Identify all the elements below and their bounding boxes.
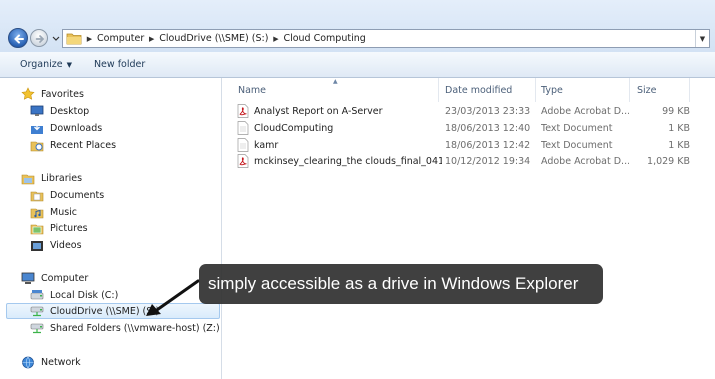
nav-label: Videos xyxy=(50,239,82,251)
command-bar: Organize ▼ New folder xyxy=(0,52,715,78)
file-size: 1,029 KB xyxy=(647,155,690,167)
network-icon xyxy=(20,355,36,369)
file-name-cell[interactable]: mckinsey_clearing_the clouds_final_0414.… xyxy=(237,153,442,169)
file-type: Adobe Acrobat D... xyxy=(541,105,629,117)
computer-icon xyxy=(20,271,36,285)
file-date: 18/06/2013 12:40 xyxy=(445,122,531,134)
organize-button[interactable]: Organize ▼ xyxy=(0,59,82,70)
pictures-icon xyxy=(29,221,45,235)
pdf-file-icon xyxy=(237,154,249,168)
file-row[interactable]: kamr 18/06/2013 12:42 Text Document 1 KB xyxy=(223,137,715,153)
address-input[interactable]: ▶ Computer ▶ CloudDrive (\\SME) (S:) ▶ C… xyxy=(62,29,710,48)
file-name: mckinsey_clearing_the clouds_final_0414.… xyxy=(254,155,442,167)
nav-item-documents[interactable]: Documents xyxy=(29,187,104,203)
libraries-icon xyxy=(20,171,36,185)
nav-label: Shared Folders (\\vmware-host) (Z:) xyxy=(50,322,220,334)
star-icon xyxy=(20,87,36,101)
nav-item-videos[interactable]: Videos xyxy=(29,237,82,253)
folder-icon xyxy=(66,33,82,45)
videos-icon xyxy=(29,238,45,252)
file-type: Adobe Acrobat D... xyxy=(541,155,629,167)
hard-drive-icon xyxy=(29,288,45,302)
nav-label: Libraries xyxy=(41,172,83,184)
file-size: 1 KB xyxy=(668,122,690,134)
file-row[interactable]: Analyst Report on A-Server 23/03/2013 23… xyxy=(223,103,715,119)
documents-icon xyxy=(29,188,45,202)
column-divider[interactable] xyxy=(689,78,690,102)
back-arrow-icon xyxy=(14,34,24,44)
nav-item-music[interactable]: Music xyxy=(29,204,77,220)
breadcrumb-chevron-icon[interactable]: ▶ xyxy=(144,35,159,43)
nav-label: Pictures xyxy=(50,222,88,234)
nav-favorites[interactable]: Favorites xyxy=(20,86,84,102)
nav-item-recent-places[interactable]: Recent Places xyxy=(29,137,116,153)
desktop-icon xyxy=(29,104,45,118)
navigation-pane: Favorites Desktop Downloads Recent Place… xyxy=(0,78,222,379)
annotation-callout: simply accessible as a drive in Windows … xyxy=(199,264,603,304)
callout-arrow-icon xyxy=(146,279,200,316)
nav-libraries[interactable]: Libraries xyxy=(20,170,82,186)
nav-label: Favorites xyxy=(41,88,84,100)
file-name: Analyst Report on A-Server xyxy=(254,105,383,117)
text-file-icon xyxy=(237,138,249,152)
nav-computer[interactable]: Computer xyxy=(20,270,88,286)
recent-places-icon xyxy=(29,138,45,152)
file-name: kamr xyxy=(254,139,279,151)
file-type: Text Document xyxy=(541,139,613,151)
nav-item-shared-folders[interactable]: Shared Folders (\\vmware-host) (Z:) xyxy=(29,320,220,336)
nav-label: Computer xyxy=(41,272,89,284)
breadcrumb-clouddrive[interactable]: CloudDrive (\\SME) (S:) xyxy=(159,33,268,44)
breadcrumb-computer[interactable]: Computer xyxy=(97,33,144,44)
column-header-name[interactable]: Name xyxy=(232,80,445,100)
file-row[interactable]: mckinsey_clearing_the clouds_final_0414.… xyxy=(223,153,715,169)
file-size: 99 KB xyxy=(662,105,690,117)
nav-item-local-disk[interactable]: Local Disk (C:) xyxy=(29,287,118,303)
file-list: ▲ Name Date modified Type Size Analyst R… xyxy=(223,78,715,379)
file-date: 10/12/2012 19:34 xyxy=(445,155,531,167)
new-folder-button[interactable]: New folder xyxy=(84,59,155,70)
text-file-icon xyxy=(237,121,249,135)
address-dropdown-button[interactable]: ▼ xyxy=(695,30,709,47)
music-icon xyxy=(29,205,45,219)
breadcrumb-chevron-icon[interactable]: ▶ xyxy=(82,35,97,43)
chevron-down-icon: ▼ xyxy=(66,61,72,69)
breadcrumb-cloud-computing[interactable]: Cloud Computing xyxy=(283,33,365,44)
network-drive-icon xyxy=(29,321,45,335)
file-name: CloudComputing xyxy=(254,122,334,134)
organize-label: Organize xyxy=(20,59,63,70)
nav-network[interactable]: Network xyxy=(20,354,81,370)
forward-arrow-icon xyxy=(35,35,45,43)
chevron-down-icon xyxy=(52,36,60,41)
nav-label: Recent Places xyxy=(50,139,117,151)
breadcrumb-chevron-icon[interactable]: ▶ xyxy=(268,35,283,43)
file-name-cell[interactable]: kamr xyxy=(237,137,442,153)
column-header-size[interactable]: Size xyxy=(631,80,691,100)
nav-item-desktop[interactable]: Desktop xyxy=(29,103,89,119)
address-bar-area: ▶ Computer ▶ CloudDrive (\\SME) (S:) ▶ C… xyxy=(0,0,715,52)
column-header-type[interactable]: Type xyxy=(535,80,631,100)
file-date: 23/03/2013 23:33 xyxy=(445,105,531,117)
file-size: 1 KB xyxy=(668,139,690,151)
file-type: Text Document xyxy=(541,122,613,134)
nav-label: Desktop xyxy=(50,105,90,117)
column-header-date-modified[interactable]: Date modified xyxy=(439,80,535,100)
file-name-cell[interactable]: CloudComputing xyxy=(237,120,442,136)
nav-label: Downloads xyxy=(50,122,103,134)
network-drive-icon xyxy=(29,304,45,318)
file-name-cell[interactable]: Analyst Report on A-Server xyxy=(237,103,442,119)
nav-label: Network xyxy=(41,356,81,368)
nav-label: Documents xyxy=(50,189,105,201)
forward-button[interactable] xyxy=(30,29,48,47)
back-button[interactable] xyxy=(8,28,28,48)
nav-item-pictures[interactable]: Pictures xyxy=(29,220,88,236)
nav-item-downloads[interactable]: Downloads xyxy=(29,120,102,136)
downloads-icon xyxy=(29,121,45,135)
pdf-file-icon xyxy=(237,104,249,118)
file-date: 18/06/2013 12:42 xyxy=(445,139,531,151)
nav-label: Music xyxy=(50,206,78,218)
recent-pages-button[interactable] xyxy=(51,32,61,44)
column-divider[interactable] xyxy=(629,78,630,102)
nav-label: Local Disk (C:) xyxy=(50,289,119,301)
file-row[interactable]: CloudComputing 18/06/2013 12:40 Text Doc… xyxy=(223,120,715,136)
